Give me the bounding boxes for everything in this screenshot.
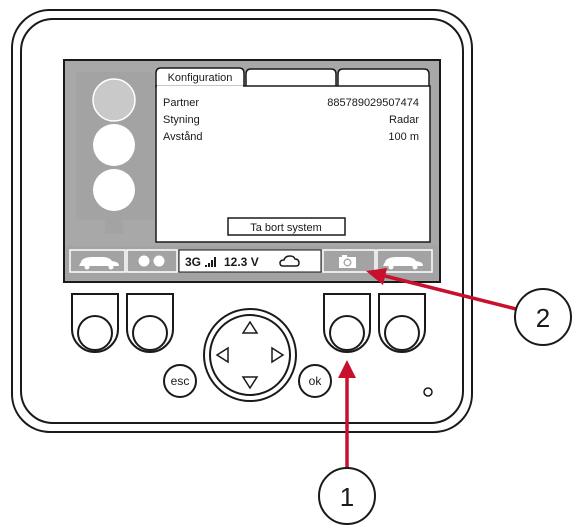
callout-1-number: 1 <box>340 482 354 512</box>
row-value-avstand: 100 m <box>388 131 419 143</box>
tab-konfiguration-label: Konfiguration <box>168 72 233 84</box>
remove-system-button[interactable]: Ta bort system <box>227 217 346 236</box>
device-diagram: Konfiguration Partner 885789029507474 St… <box>11 9 572 525</box>
tab-empty-2[interactable] <box>245 68 337 86</box>
status-slot-2 <box>126 249 178 273</box>
status-bar: 3G 12.3 V <box>69 249 433 273</box>
voltage-label: 12.3 V <box>224 255 259 269</box>
ok-button-label: ok <box>309 374 323 388</box>
remove-system-button-label: Ta bort system <box>250 222 322 234</box>
tab-strip: Konfiguration <box>155 67 430 88</box>
row-value-styning: Radar <box>389 114 419 126</box>
row-value-partner: 885789029507474 <box>327 97 419 109</box>
soft-button-2[interactable] <box>126 293 174 353</box>
row-key-partner: Partner <box>163 97 199 109</box>
callout-2-number: 2 <box>536 303 550 333</box>
direction-pad[interactable] <box>203 308 297 402</box>
soft-button-1[interactable] <box>71 293 119 353</box>
row-key-styning: Styning <box>163 114 200 126</box>
row-key-avstand: Avstånd <box>163 131 203 143</box>
traffic-light-icon <box>76 72 154 234</box>
dot-icon <box>138 255 150 267</box>
esc-button-label: esc <box>171 374 190 388</box>
esc-button[interactable]: esc <box>163 364 197 398</box>
tab-empty-3[interactable] <box>337 68 430 86</box>
soft-button-4[interactable] <box>378 293 426 353</box>
network-label: 3G <box>185 255 201 269</box>
indicator-led <box>423 387 433 397</box>
ok-button[interactable]: ok <box>298 364 332 398</box>
dot-icon <box>153 255 165 267</box>
soft-button-3[interactable] <box>323 293 371 353</box>
